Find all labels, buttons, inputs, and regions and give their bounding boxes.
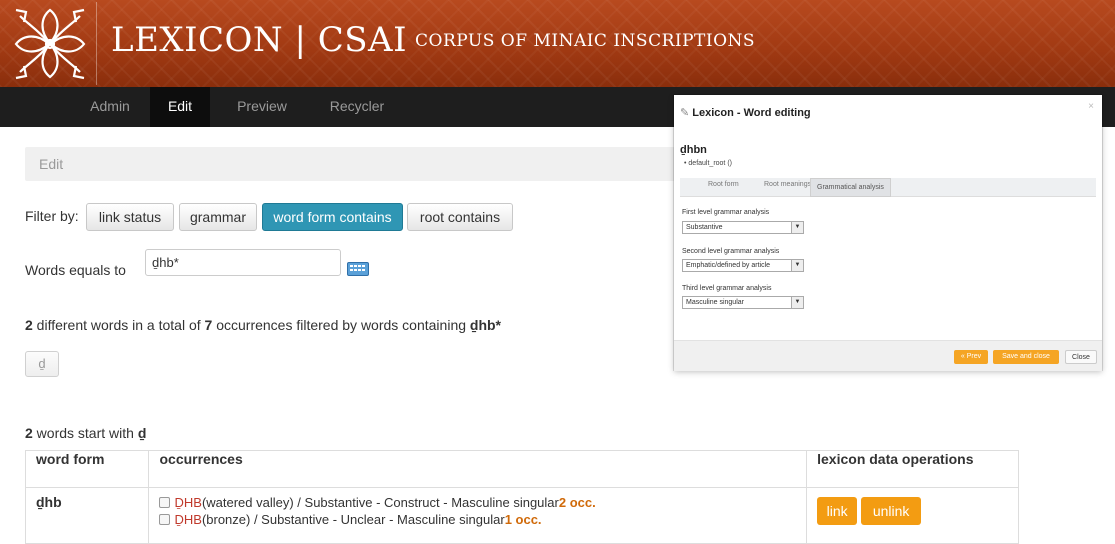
- dialog-root: • default_root (): [684, 160, 732, 167]
- occurrence-word-link[interactable]: ḎHB: [174, 495, 201, 510]
- second-level-select[interactable]: Emphatic/defined by article ▼: [682, 259, 804, 272]
- occurrence-description: (watered valley) / Substantive - Constru…: [201, 495, 559, 510]
- nav-edit[interactable]: Edit: [150, 87, 210, 127]
- words-table: word form occurrences lexicon data opera…: [24, 450, 1019, 544]
- summary-text-1: different words in a total of: [32, 317, 205, 333]
- unlink-button[interactable]: unlink: [861, 497, 922, 525]
- flower-ornament-icon: [10, 4, 90, 83]
- letter-summary: 2 words start with ḏ: [25, 425, 146, 441]
- occurrence-word-link[interactable]: ḎHB: [174, 512, 201, 527]
- third-level-select[interactable]: Masculine singular ▼: [682, 296, 804, 309]
- occurrence-item: ḎHB (bronze) / Substantive - Unclear - M…: [159, 511, 796, 528]
- filter-label: Filter by:: [25, 208, 79, 224]
- filter-link-status-button[interactable]: link status: [86, 203, 174, 231]
- word-form-cell: ḏhb: [24, 487, 150, 544]
- letter-filter-button[interactable]: ḏ: [25, 351, 59, 377]
- column-header-lexicon-operations[interactable]: lexicon data operations: [806, 450, 1019, 488]
- occurrence-checkbox[interactable]: [159, 497, 171, 508]
- logo-divider: [96, 2, 97, 85]
- tab-root-form[interactable]: Root form: [708, 181, 739, 188]
- occurrence-item: ḎHB (watered valley) / Substantive - Con…: [159, 494, 796, 511]
- nav-preview[interactable]: Preview: [222, 87, 302, 127]
- first-level-value: Substantive: [686, 224, 723, 231]
- second-level-value: Emphatic/defined by article: [686, 262, 771, 269]
- occurrence-count[interactable]: 1 occ.: [505, 512, 542, 527]
- third-level-value: Masculine singular: [686, 299, 744, 306]
- letter-words-count: 2: [25, 425, 33, 441]
- words-count: 2: [25, 317, 33, 333]
- column-header-word-form[interactable]: word form: [24, 450, 150, 488]
- summary-text-2: occurrences filtered by words containing: [212, 317, 470, 333]
- app-header: LEXICON | CSAI CORPUS OF MINAIC INSCRIPTI…: [0, 0, 1115, 87]
- link-button[interactable]: link: [817, 497, 858, 525]
- second-level-label: Second level grammar analysis: [682, 248, 780, 255]
- prev-button[interactable]: « Prev: [954, 350, 988, 364]
- occurrence-count[interactable]: 2 occ.: [559, 495, 596, 510]
- app-title[interactable]: LEXICON | CSAI CORPUS OF MINAIC INSCRIPTI…: [111, 20, 755, 60]
- dialog-title-text: Lexicon - Word editing: [692, 107, 811, 119]
- close-icon[interactable]: ×: [1088, 101, 1094, 112]
- app-subtitle: CORPUS OF MINAIC INSCRIPTIONS: [415, 31, 756, 51]
- chevron-down-icon: ▼: [791, 260, 803, 271]
- table-row: ḏhb ḎHB (watered valley) / Substantive -…: [24, 487, 1019, 544]
- breadcrumb: Edit: [25, 147, 675, 181]
- summary-query: ḏhb*: [469, 317, 502, 333]
- column-header-occurrences[interactable]: occurrences: [148, 450, 808, 488]
- operations-cell: link unlink: [806, 487, 1019, 544]
- word-editing-dialog: ✎ Lexicon - Word editing × ḏhbn • defaul…: [674, 95, 1102, 371]
- first-level-label: First level grammar analysis: [682, 209, 770, 216]
- letter-summary-text: words start with: [32, 425, 138, 441]
- third-level-label: Third level grammar analysis: [682, 285, 772, 292]
- table-header-row: word form occurrences lexicon data opera…: [24, 450, 1019, 488]
- occurrence-description: (bronze) / Substantive - Unclear - Mascu…: [201, 512, 505, 527]
- tab-grammatical-analysis[interactable]: Grammatical analysis: [810, 178, 891, 197]
- dialog-tabs: Root form Root meanings Grammatical anal…: [680, 178, 1096, 197]
- occurrences-cell: ḎHB (watered valley) / Substantive - Con…: [148, 487, 808, 544]
- edit-icon: ✎: [680, 107, 690, 119]
- dialog-root-text: default_root (): [688, 160, 732, 167]
- letter-summary-letter: ḏ: [137, 425, 147, 441]
- breadcrumb-label: Edit: [39, 156, 64, 172]
- results-summary: 2 different words in a total of 7 occurr…: [25, 317, 501, 333]
- chevron-down-icon: ▼: [791, 222, 803, 233]
- app-title-text: LEXICON | CSAI: [111, 20, 408, 60]
- tab-root-meanings[interactable]: Root meanings: [764, 181, 811, 188]
- filter-root-contains-button[interactable]: root contains: [407, 203, 513, 231]
- save-and-close-button[interactable]: Save and close: [993, 350, 1059, 364]
- filter-grammar-button[interactable]: grammar: [179, 203, 257, 231]
- first-level-select[interactable]: Substantive ▼: [682, 221, 804, 234]
- search-label: Words equals to: [25, 262, 126, 278]
- dialog-title: ✎ Lexicon - Word editing: [680, 106, 811, 119]
- filter-word-form-contains-button[interactable]: word form contains: [262, 203, 403, 231]
- occurrence-checkbox[interactable]: [159, 514, 171, 525]
- chevron-down-icon: ▼: [791, 297, 803, 308]
- close-button[interactable]: Close: [1065, 350, 1097, 364]
- nav-admin[interactable]: Admin: [70, 87, 150, 127]
- nav-recycler[interactable]: Recycler: [312, 87, 402, 127]
- keyboard-icon[interactable]: [347, 262, 369, 276]
- dialog-footer: « Prev Save and close Close: [674, 340, 1102, 371]
- dialog-word: ḏhbn: [680, 144, 707, 156]
- search-input[interactable]: [145, 249, 341, 276]
